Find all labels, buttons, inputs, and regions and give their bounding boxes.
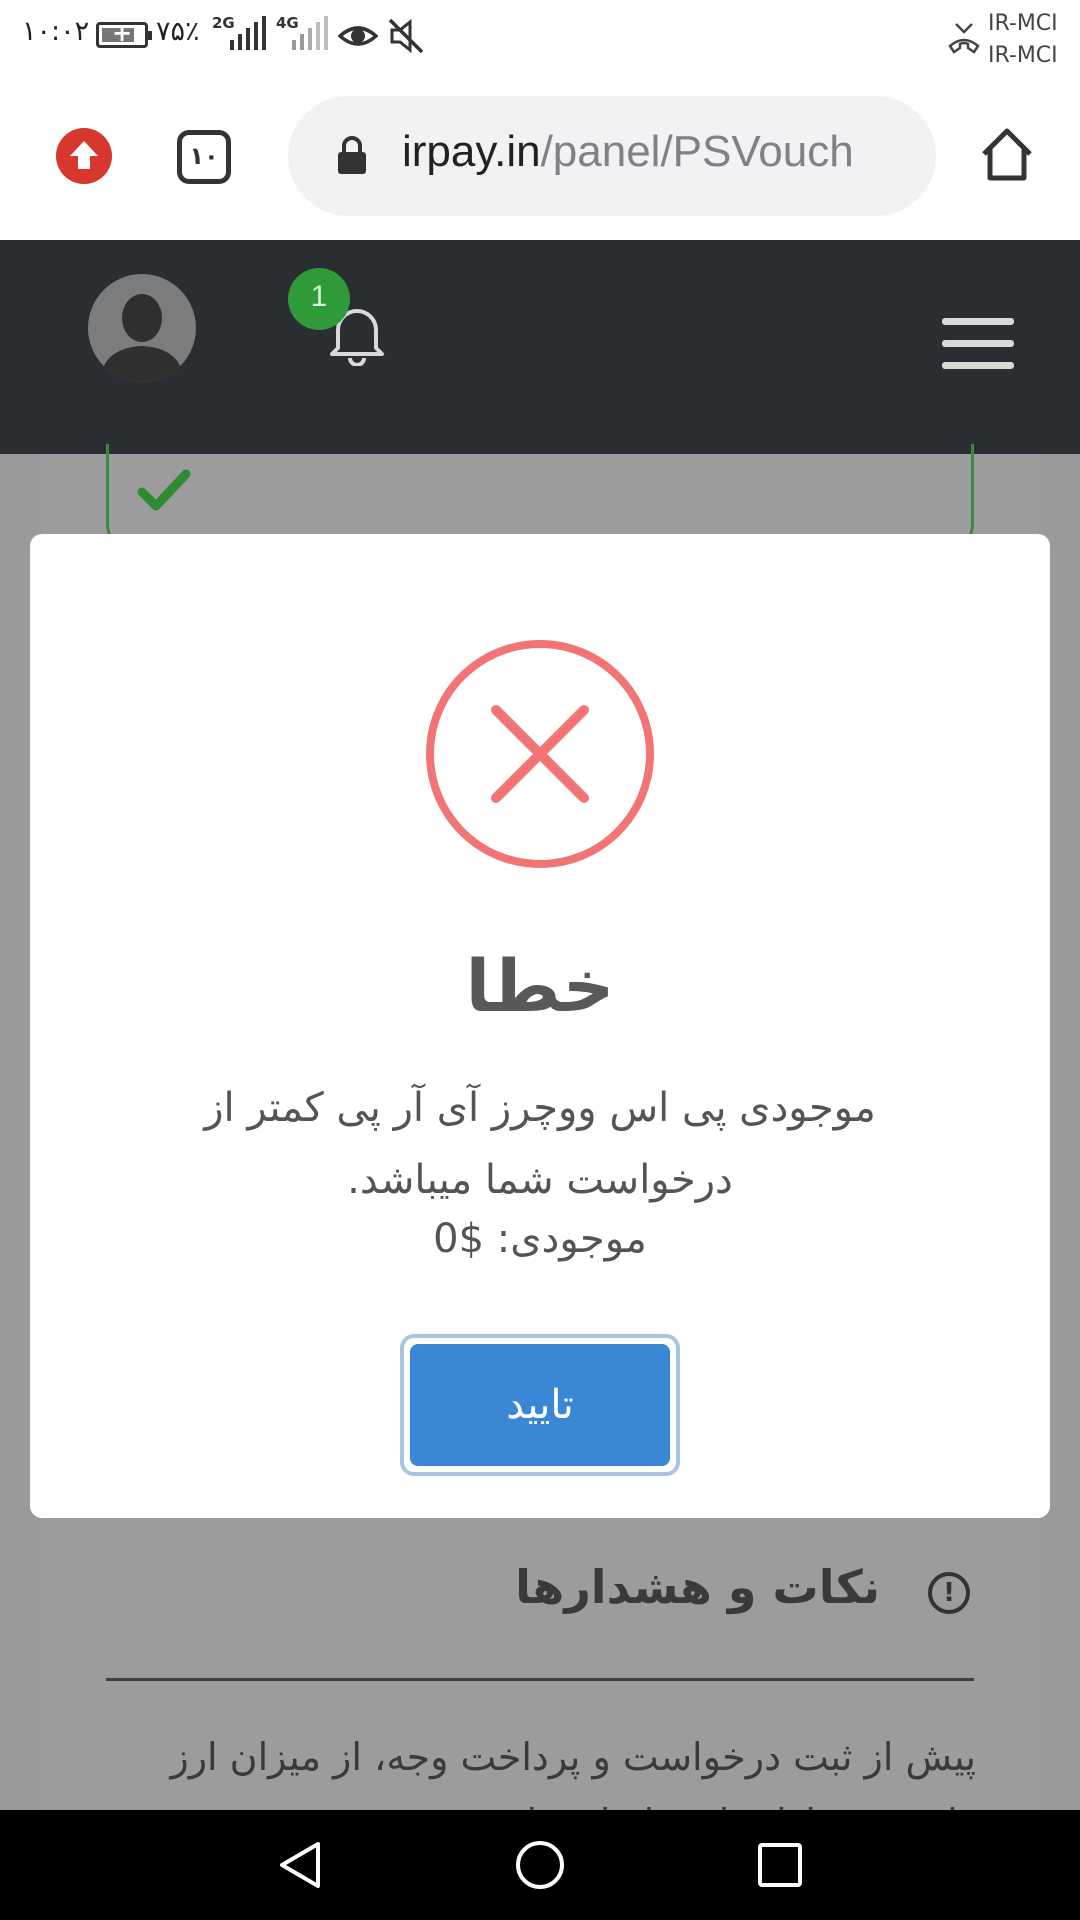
battery-percent: ۷۵٪: [156, 16, 200, 47]
user-avatar[interactable]: [88, 274, 196, 382]
user-icon: [100, 294, 184, 382]
arrow-up-icon: [70, 141, 98, 169]
notification-badge: 1: [288, 268, 350, 330]
status-bar: ۱۰:۰۲ + ۷۵٪ 2G 4G IR-MCI IR-MCI: [0, 0, 1080, 78]
back-button[interactable]: [274, 1838, 326, 1892]
signal-icon-secondary: [292, 16, 328, 50]
carrier-label-1: IR-MCI: [988, 11, 1058, 36]
carrier-labels: IR-MCI IR-MCI: [988, 8, 1058, 72]
alert-circle-icon: !: [928, 1572, 970, 1614]
home-nav-button[interactable]: [514, 1838, 566, 1892]
home-button[interactable]: [978, 126, 1036, 184]
notes-heading: نکات و هشدارها: [515, 1560, 880, 1614]
app-header: 1: [0, 240, 1080, 454]
check-icon: [137, 469, 191, 511]
carrier-label-2: IR-MCI: [988, 43, 1058, 68]
dialog-message: موجودی پی اس ووچرز آی آر پی کمتر از درخو…: [204, 1085, 876, 1203]
eye-icon: [338, 26, 378, 46]
url-text: irpay.in/panel/PSVouch: [402, 127, 854, 177]
url-path: /panel/PSVouch: [540, 127, 854, 176]
menu-button[interactable]: [942, 318, 1014, 370]
confirm-button[interactable]: تایید: [410, 1344, 670, 1466]
error-dialog: خطا موجودی پی اس ووچرز آی آر پی کمتر از …: [30, 534, 1050, 1518]
dialog-title: خطا: [465, 944, 615, 1028]
signal-icon: [230, 16, 266, 50]
error-x-icon: [426, 640, 654, 868]
missed-call-icon: [948, 23, 980, 54]
status-time: ۱۰:۰۲: [22, 16, 90, 47]
address-bar[interactable]: irpay.in/panel/PSVouch: [288, 96, 936, 216]
tab-switcher-button[interactable]: ۱۰: [177, 130, 231, 184]
browser-toolbar: ۱۰ irpay.in/panel/PSVouch: [0, 78, 1080, 240]
divider: [106, 1678, 974, 1681]
lock-icon: [338, 136, 366, 174]
navigation-bar: [0, 1810, 1080, 1920]
mute-icon: [388, 18, 424, 54]
balance-text: موجودی: $0: [433, 1216, 647, 1262]
battery-icon: +: [96, 19, 152, 48]
url-host: irpay.in: [402, 127, 541, 176]
recent-apps-button[interactable]: [756, 1840, 804, 1890]
upload-button[interactable]: [56, 128, 112, 184]
